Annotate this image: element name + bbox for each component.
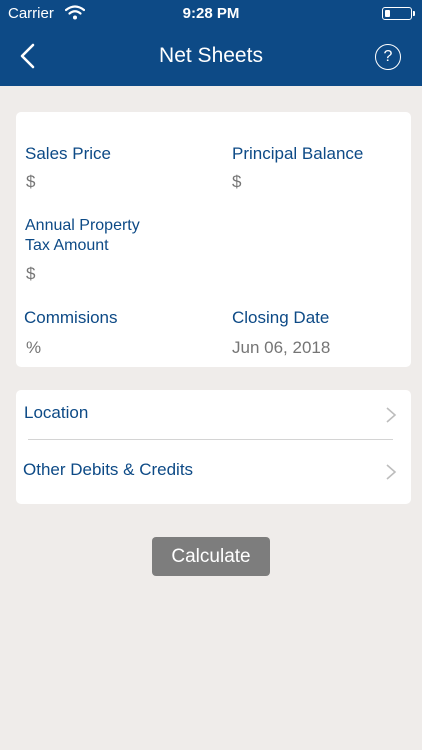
annual-tax-label-line2: Tax Amount [25, 237, 109, 254]
status-time: 9:28 PM [182, 5, 240, 22]
sales-price-input[interactable] [26, 172, 176, 192]
help-icon: ? [383, 48, 393, 65]
chevron-right-icon [385, 406, 397, 429]
closing-date-label: Closing Date [232, 308, 330, 327]
menu-item-location[interactable]: Location [16, 390, 411, 446]
calculate-button[interactable]: Calculate [152, 537, 270, 576]
menu-item-other-debits-credits[interactable]: Other Debits & Credits [16, 447, 411, 503]
navigation-bar: Net Sheets ? [0, 28, 422, 86]
status-bar: Carrier 9:28 PM [0, 0, 422, 28]
divider [28, 439, 393, 440]
options-menu-card: Location Other Debits & Credits [16, 390, 411, 504]
menu-item-label: Other Debits & Credits [23, 460, 194, 479]
commissions-input[interactable] [26, 338, 176, 358]
battery-icon [382, 7, 415, 20]
page-title: Net Sheets [159, 44, 263, 67]
chevron-right-icon [385, 463, 397, 486]
annual-tax-input[interactable] [26, 264, 176, 284]
annual-tax-label-line1: Annual Property [25, 217, 140, 234]
principal-balance-label: Principal Balance [232, 144, 364, 163]
sales-price-label: Sales Price [25, 144, 111, 163]
commissions-label: Commisions [24, 308, 118, 327]
help-button[interactable]: ? [375, 44, 401, 70]
principal-balance-input[interactable] [232, 172, 382, 192]
annual-tax-label: Annual Property Tax Amount [25, 216, 140, 256]
battery-level [384, 9, 390, 17]
closing-date-input[interactable] [232, 338, 402, 358]
input-form-card: Sales Price Principal Balance Annual Pro… [16, 112, 411, 367]
menu-item-label: Location [24, 403, 89, 422]
